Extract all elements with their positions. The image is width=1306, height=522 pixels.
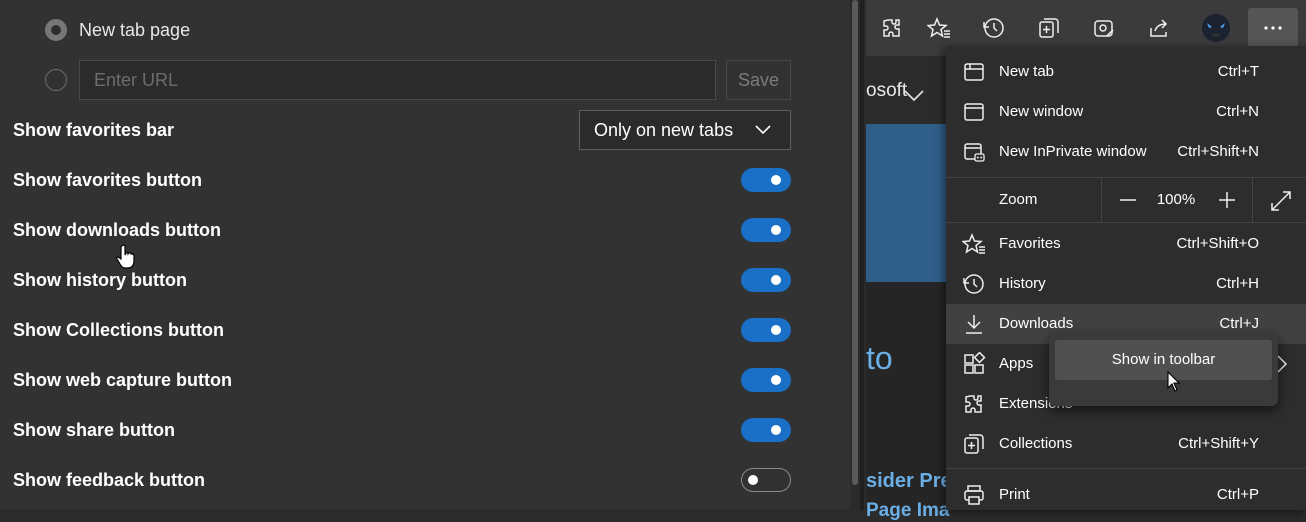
favorites-toolbar-icon[interactable] — [927, 16, 951, 40]
fullscreen-icon[interactable] — [1270, 190, 1292, 212]
downloads-icon — [966, 315, 982, 334]
url-radio[interactable] — [45, 69, 67, 91]
menu-item-shortcut: Ctrl+H — [1216, 275, 1259, 292]
extensions-toolbar-icon[interactable] — [880, 16, 904, 40]
show-in-toolbar-label: Show in toolbar — [1111, 351, 1216, 368]
menu-item-label: New InPrivate window — [999, 143, 1147, 160]
context-popup: Show in toolbar — [1049, 334, 1278, 406]
toggle-label-share: Show share button — [13, 420, 175, 440]
zoom-value: 100% — [1156, 191, 1196, 208]
zoom-divider — [1101, 178, 1102, 222]
scroll-thumb[interactable] — [852, 0, 858, 485]
web-capture-toolbar-icon[interactable] — [1092, 16, 1116, 40]
toggle-history-button[interactable] — [741, 268, 791, 292]
toggle-label-web-capture: Show web capture button — [13, 370, 232, 390]
new-tab-icon — [964, 63, 984, 81]
zoom-out-button[interactable] — [1118, 190, 1138, 210]
menu-item-favorites[interactable]: Favorites Ctrl+Shift+O — [946, 224, 1306, 264]
new-tab-radio[interactable] — [45, 19, 67, 41]
toggle-web-capture-button[interactable] — [741, 368, 791, 392]
menu-item-shortcut: Ctrl+J — [1219, 315, 1259, 332]
menu-item-shortcut: Ctrl+Shift+O — [1176, 235, 1259, 252]
menu-item-collections[interactable]: Collections Ctrl+Shift+Y — [946, 424, 1306, 464]
menu-item-shortcut: Ctrl+Shift+Y — [1178, 435, 1259, 452]
zoom-divider — [1252, 178, 1253, 222]
menu-zoom-row: Zoom 100% — [946, 178, 1306, 222]
avatar-image-icon — [1202, 14, 1230, 42]
menu-item-history[interactable]: History Ctrl+H — [946, 264, 1306, 304]
collections-icon — [964, 434, 984, 454]
profile-avatar[interactable] — [1202, 14, 1230, 42]
favorites-bar-label: Show favorites bar — [13, 120, 175, 140]
favorites-bar-value: Only on new tabs — [594, 119, 734, 140]
menu-item-shortcut: Ctrl+P — [1216, 486, 1259, 503]
webpage-chevron-icon — [904, 90, 924, 102]
favorites-bar-select[interactable]: Only on new tabs — [579, 110, 791, 150]
toggle-label-favorites: Show favorites button — [13, 170, 202, 190]
toggle-label-downloads: Show downloads button — [13, 220, 221, 240]
extensions-icon — [965, 395, 982, 413]
save-button[interactable]: Save — [726, 60, 791, 100]
menu-item-label: New window — [999, 103, 1084, 120]
collections-toolbar-icon[interactable] — [1037, 16, 1061, 40]
url-input[interactable] — [79, 60, 716, 100]
zoom-label: Zoom — [999, 191, 1038, 208]
menu-item-label: Favorites — [999, 235, 1061, 252]
zoom-in-button[interactable] — [1217, 190, 1237, 210]
menu-item-shortcut: Ctrl+T — [1217, 63, 1259, 80]
inprivate-icon — [964, 143, 985, 162]
menu-item-new-inprivate-window[interactable]: New InPrivate window Ctrl+Shift+N — [946, 132, 1306, 172]
history-icon — [963, 274, 984, 294]
arrow-cursor-icon — [1167, 371, 1181, 392]
menu-item-label: Apps — [999, 355, 1034, 372]
new-tab-label: New tab page — [79, 20, 191, 40]
webpage-hero — [866, 124, 946, 282]
webpage-link-text-2: Page Ima — [866, 500, 950, 521]
show-in-toolbar-button[interactable]: Show in toolbar — [1055, 340, 1272, 380]
menu-item-label: Downloads — [999, 315, 1074, 332]
settings-pane: New tab page Save Show favorites bar Onl… — [0, 0, 850, 510]
new-window-icon — [964, 103, 984, 121]
toggle-label-collections: Show Collections button — [13, 320, 224, 340]
hand-cursor-icon — [116, 244, 135, 269]
menu-item-print[interactable]: Print Ctrl+P — [946, 475, 1306, 515]
menu-item-new-tab[interactable]: New tab Ctrl+T — [946, 52, 1306, 92]
menu-item-label: Collections — [999, 435, 1073, 452]
toggle-label-history: Show history button — [13, 270, 187, 290]
menu-separator — [946, 222, 1306, 223]
settings-menu: New tab Ctrl+T New window Ctrl+N New InP… — [946, 46, 1306, 510]
favorites-icon — [962, 233, 985, 254]
window-divider — [860, 0, 864, 510]
apps-icon — [964, 352, 986, 374]
toggle-collections-button[interactable] — [741, 318, 791, 342]
menu-item-label: New tab — [999, 63, 1055, 80]
menu-item-label: Print — [999, 486, 1030, 503]
more-dots-icon — [1264, 26, 1282, 30]
toggle-label-feedback: Show feedback button — [13, 470, 206, 490]
toggle-favorites-button[interactable] — [741, 168, 791, 192]
settings-more-button[interactable] — [1248, 8, 1298, 48]
share-toolbar-icon[interactable] — [1147, 16, 1171, 40]
settings-scrollbar[interactable] — [850, 0, 860, 510]
menu-separator — [946, 468, 1306, 469]
menu-item-shortcut: Ctrl+Shift+N — [1177, 143, 1259, 160]
menu-item-new-window[interactable]: New window Ctrl+N — [946, 92, 1306, 132]
menu-item-label: History — [999, 275, 1046, 292]
chevron-down-icon — [755, 125, 771, 135]
toggle-feedback-button[interactable] — [741, 468, 791, 492]
history-toolbar-icon[interactable] — [982, 16, 1006, 40]
toggle-share-button[interactable] — [741, 418, 791, 442]
print-icon — [964, 485, 984, 505]
menu-item-shortcut: Ctrl+N — [1216, 103, 1259, 120]
webpage-nav-text: osoft — [866, 80, 908, 101]
webpage-heading-text: to — [866, 340, 893, 376]
toggle-downloads-button[interactable] — [741, 218, 791, 242]
